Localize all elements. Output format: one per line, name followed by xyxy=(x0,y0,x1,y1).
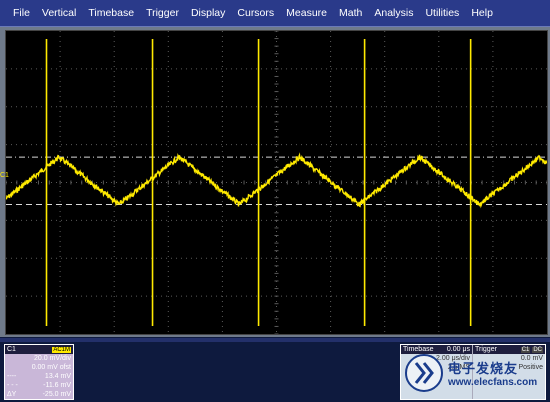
timebase-section[interactable]: Timebase 0.00 μs 2.00 μs/div 2.5 MS xyxy=(401,345,473,399)
menu-measure[interactable]: Measure xyxy=(280,7,333,19)
oscilloscope-screen[interactable] xyxy=(5,30,548,335)
cursor-1-value: 13.4 mV xyxy=(44,373,71,380)
timebase-title: Timebase xyxy=(403,346,434,353)
menu-vertical[interactable]: Vertical xyxy=(36,7,82,19)
coupling-badge: AC1M xyxy=(52,346,71,353)
menu-timebase[interactable]: Timebase xyxy=(82,7,140,19)
channel-name: C1 xyxy=(7,346,16,353)
trigger-coupling: DC xyxy=(532,347,543,353)
menu-file[interactable]: File xyxy=(7,7,36,19)
trigger-title: Trigger xyxy=(475,346,497,353)
time-div: 2.00 μs/div xyxy=(436,355,470,362)
status-divider xyxy=(0,338,550,342)
menu-bar: File Vertical Timebase Trigger Display C… xyxy=(0,0,550,27)
volts-div: 20.0 mV/div xyxy=(34,355,71,362)
menu-analysis[interactable]: Analysis xyxy=(368,7,419,19)
menu-utilities[interactable]: Utilities xyxy=(419,7,465,19)
trigger-section[interactable]: Trigger C1 DC 0.0 mV Positive xyxy=(473,345,545,399)
trigger-source: C1 xyxy=(520,347,531,353)
channel-1-panel[interactable]: C1 AC1M 20.0 mV/div 0.00 mV ofst ---- 13.… xyxy=(4,344,74,400)
samples: 2.5 MS xyxy=(447,364,470,371)
menu-help[interactable]: Help xyxy=(465,7,499,19)
menu-display[interactable]: Display xyxy=(185,7,231,19)
delta-y-value: -25.0 mV xyxy=(42,391,71,398)
offset: 0.00 mV ofst xyxy=(31,364,71,371)
menu-cursors[interactable]: Cursors xyxy=(231,7,280,19)
waveform-display xyxy=(6,31,547,334)
timebase-trigger-panel[interactable]: Timebase 0.00 μs 2.00 μs/div 2.5 MS Trig… xyxy=(400,344,546,400)
cursor-2-value: -11.6 mV xyxy=(43,382,71,389)
delta-y-label: ΔY xyxy=(7,391,17,398)
menu-trigger[interactable]: Trigger xyxy=(140,7,185,19)
trigger-slope: Positive xyxy=(518,364,543,371)
timebase-value: 0.00 μs xyxy=(446,346,470,353)
channel-marker: C1 xyxy=(0,172,9,179)
menu-math[interactable]: Math xyxy=(333,7,368,19)
trigger-level: 0.0 mV xyxy=(520,355,543,362)
